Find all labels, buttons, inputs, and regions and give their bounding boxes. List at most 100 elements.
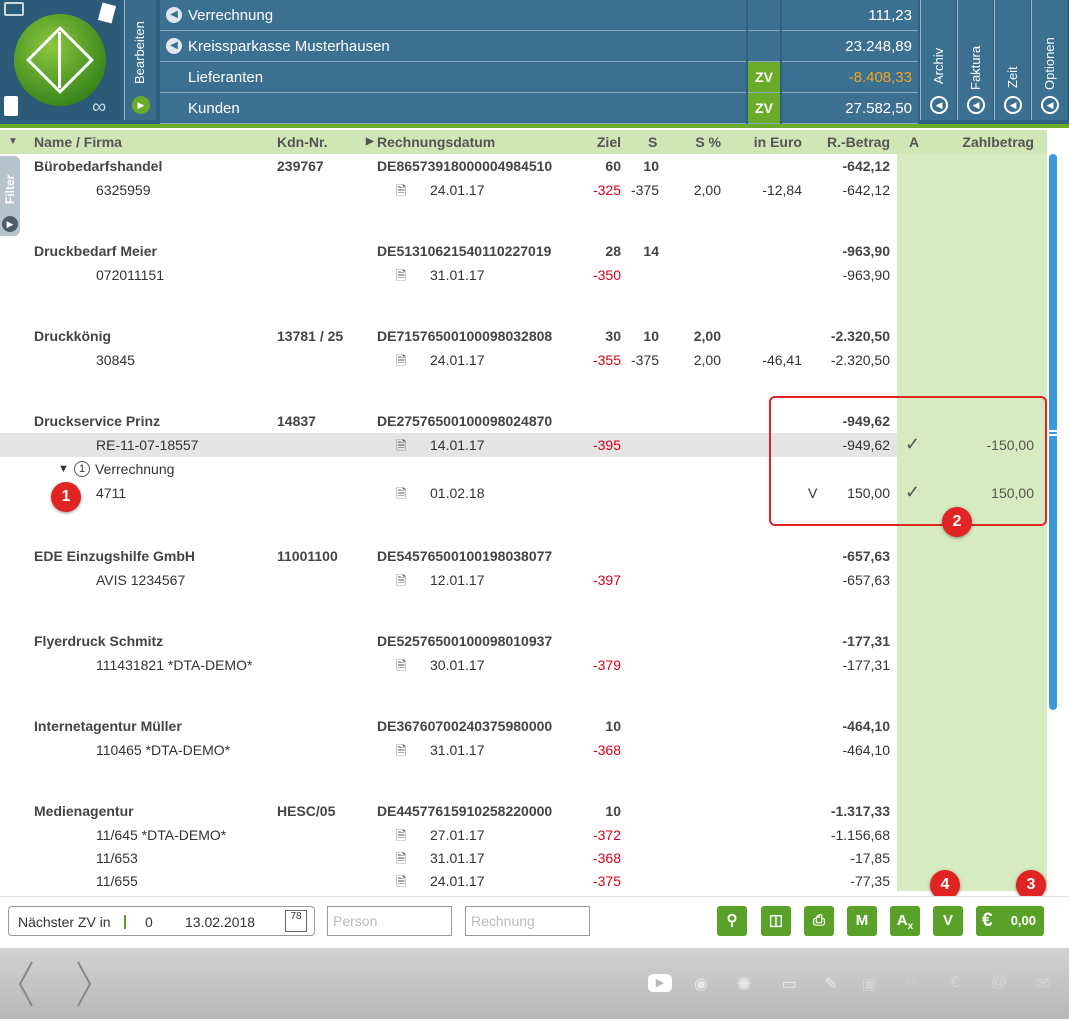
collapse-all-icon[interactable]: ▼ — [8, 136, 18, 147]
header-row-lieferanten[interactable]: Lieferanten — [160, 62, 746, 93]
group-row[interactable]: Druckbedarf Meier DE51310621540110227019 2… — [0, 239, 1047, 263]
col-betrag[interactable]: R.-Betrag — [812, 134, 890, 150]
invoice-row[interactable]: 110465 *DTA-DEMO* 🗎 31.01.17 -368 -464,10 — [0, 738, 1047, 762]
arrow-right-icon[interactable]: ▶ — [2, 216, 18, 232]
ax-sub: x — [907, 921, 914, 932]
header-row-kreissparkasse[interactable]: ◀ Kreissparkasse Musterhausen — [160, 31, 746, 62]
zv-button[interactable]: ZV — [748, 93, 780, 124]
arrow-left-icon[interactable]: ◀ — [1041, 96, 1059, 114]
tab-faktura[interactable]: Faktura ◀ — [957, 0, 993, 120]
col-datum[interactable]: Rechnungsdatum — [377, 134, 495, 150]
group-row[interactable]: Medienagentur HESC/05 DE445776159102582200… — [0, 799, 1047, 823]
document-icon[interactable]: 🗎 — [396, 572, 406, 594]
invoice-number: 11/645 *DTA-DEMO* — [96, 827, 227, 843]
document-icon[interactable]: 🗎 — [396, 267, 406, 289]
document-icon[interactable]: 🗎 — [396, 873, 406, 895]
search-button[interactable]: ⚲ — [717, 906, 747, 936]
col-sp[interactable]: S % — [683, 134, 721, 150]
col-euro[interactable]: in Euro — [740, 134, 802, 150]
arrow-tab-icon[interactable] — [4, 2, 24, 16]
person-input[interactable] — [327, 906, 452, 936]
collapse-icon[interactable]: ▼ — [58, 463, 69, 475]
document-icon[interactable]: 🗎 — [396, 657, 406, 679]
sort-icon: ▶ — [366, 136, 374, 147]
bearbeiten-tab[interactable]: Bearbeiten ▶ — [124, 0, 156, 120]
invoice-row[interactable]: 30845 🗎 24.01.17 -355 -375 2,00 -46,41 -2.320,5… — [0, 348, 1047, 372]
group-row[interactable]: Internetagentur Müller DE3676070024037598… — [0, 714, 1047, 738]
next-arrow-icon[interactable] — [74, 960, 94, 1008]
save-icon[interactable]: ▣ — [858, 974, 880, 994]
group-row[interactable]: Flyerdruck Schmitz DE52576500100098010937… — [0, 629, 1047, 653]
m-button[interactable]: M — [847, 906, 877, 936]
arrow-left-icon[interactable]: ◀ — [1004, 96, 1022, 114]
next-zv-days[interactable]: 0 — [145, 914, 153, 930]
logo-diamond-icon — [14, 14, 106, 106]
scrollbar-grip[interactable] — [1049, 430, 1057, 436]
lightbulb-icon[interactable]: ✺ — [733, 974, 755, 994]
customer-number: 13781 / 25 — [277, 328, 344, 344]
document-icon[interactable]: 🗎 — [396, 182, 406, 204]
ax-button[interactable]: Ax — [890, 906, 920, 936]
euro-payment-button[interactable]: € 0,00 — [976, 906, 1044, 936]
arrow-left-icon[interactable]: ◀ — [166, 38, 182, 54]
s-days: -375 — [630, 352, 659, 368]
arrow-left-icon[interactable]: ◀ — [930, 96, 948, 114]
invoice-amount: -2.320,50 — [830, 352, 890, 368]
invoice-date: 30.01.17 — [430, 657, 485, 673]
col-name[interactable]: Name / Firma — [34, 134, 122, 150]
group-row[interactable]: Bürobedarfshandel 239767 DE865739180000049… — [0, 154, 1047, 178]
copy-button[interactable]: ◫ — [761, 906, 791, 936]
calendar-icon[interactable]: 78 — [285, 910, 307, 932]
invoice-row[interactable]: 11/653 🗎 31.01.17 -368 -17,85 — [0, 846, 1047, 870]
header-row-verrechnung[interactable]: ◀ Verrechnung — [160, 0, 746, 31]
invoice-row[interactable]: 11/645 *DTA-DEMO* 🗎 27.01.17 -372 -1.156,68 — [0, 823, 1047, 847]
group-row[interactable]: EDE Einzugshilfe GmbH 11001100 DE545765001… — [0, 544, 1047, 568]
next-zv-field[interactable]: Nächster ZV in 0 13.02.2018 78 — [8, 906, 315, 936]
prev-arrow-icon[interactable] — [16, 960, 36, 1008]
col-zahl[interactable]: Zahlbetrag — [940, 134, 1034, 150]
rechnung-input[interactable] — [465, 906, 590, 936]
document-icon[interactable]: 🗎 — [396, 437, 406, 459]
invoice-row[interactable]: 6325959 🗎 24.01.17 -325 -375 2,00 -12,84 -642,1… — [0, 178, 1047, 202]
arrow-left-icon[interactable]: ◀ — [967, 96, 985, 114]
screen-icon[interactable]: ▭ — [778, 974, 800, 994]
invoice-row[interactable]: 11/655 🗎 24.01.17 -375 -77,35 — [0, 869, 1047, 893]
tab-archiv[interactable]: Archiv ◀ — [920, 0, 956, 120]
app-logo[interactable]: ∞ — [0, 0, 120, 120]
document-icon[interactable]: 🗎 — [396, 352, 406, 374]
thumb-icon[interactable] — [97, 2, 117, 24]
tab-optionen[interactable]: Optionen ◀ — [1031, 0, 1067, 120]
col-a[interactable]: A — [909, 134, 919, 150]
v-button[interactable]: V — [933, 906, 963, 936]
youtube-icon[interactable]: ▶ — [648, 974, 672, 992]
zv-button[interactable]: ZV — [748, 62, 780, 93]
at-icon[interactable]: @ — [988, 974, 1010, 994]
tab-zeit[interactable]: Zeit ◀ — [994, 0, 1030, 120]
euro-doc-icon[interactable]: € — [944, 974, 966, 994]
play-icon[interactable]: ▶ — [132, 96, 150, 114]
col-kdn[interactable]: Kdn-Nr. — [277, 134, 328, 150]
device-icon[interactable] — [4, 96, 18, 116]
document-icon[interactable]: 🗎 — [396, 742, 406, 764]
arrow-left-icon[interactable]: ◀ — [166, 7, 182, 23]
mail-icon[interactable]: ✉ — [1032, 974, 1054, 994]
col-s[interactable]: S — [648, 134, 657, 150]
piggy-icon[interactable]: ◌ — [900, 974, 922, 994]
col-ziel[interactable]: Ziel — [592, 134, 621, 150]
invoice-date: 31.01.17 — [430, 267, 485, 283]
eye-icon[interactable]: ◉ — [690, 974, 712, 994]
group-row[interactable]: Druckkönig 13781 / 25 DE715765001000980328… — [0, 324, 1047, 348]
ziel-value: 60 — [605, 158, 621, 174]
infinity-icon[interactable]: ∞ — [92, 96, 106, 119]
header-row-kunden[interactable]: Kunden — [160, 93, 746, 124]
invoice-row[interactable]: AVIS 1234567 🗎 12.01.17 -397 -657,63 — [0, 568, 1047, 592]
invoice-row[interactable]: RE-11-07-18557 🗎 14.01.17 -395 -949,62 ✓ -150,… — [0, 433, 1034, 459]
invoice-row[interactable]: 072011151 🗎 31.01.17 -350 -963,90 — [0, 263, 1047, 287]
print-button[interactable]: ⎙ — [804, 906, 834, 936]
document-icon[interactable]: 🗎 — [396, 485, 406, 507]
edit-doc-icon[interactable]: ✎ — [820, 974, 842, 994]
next-zv-date[interactable]: 13.02.2018 — [185, 914, 255, 930]
group-total: -464,10 — [842, 718, 890, 734]
invoice-row[interactable]: 111431821 *DTA-DEMO* 🗎 30.01.17 -379 -177,31 — [0, 653, 1047, 677]
ziel-value: 30 — [605, 328, 621, 344]
